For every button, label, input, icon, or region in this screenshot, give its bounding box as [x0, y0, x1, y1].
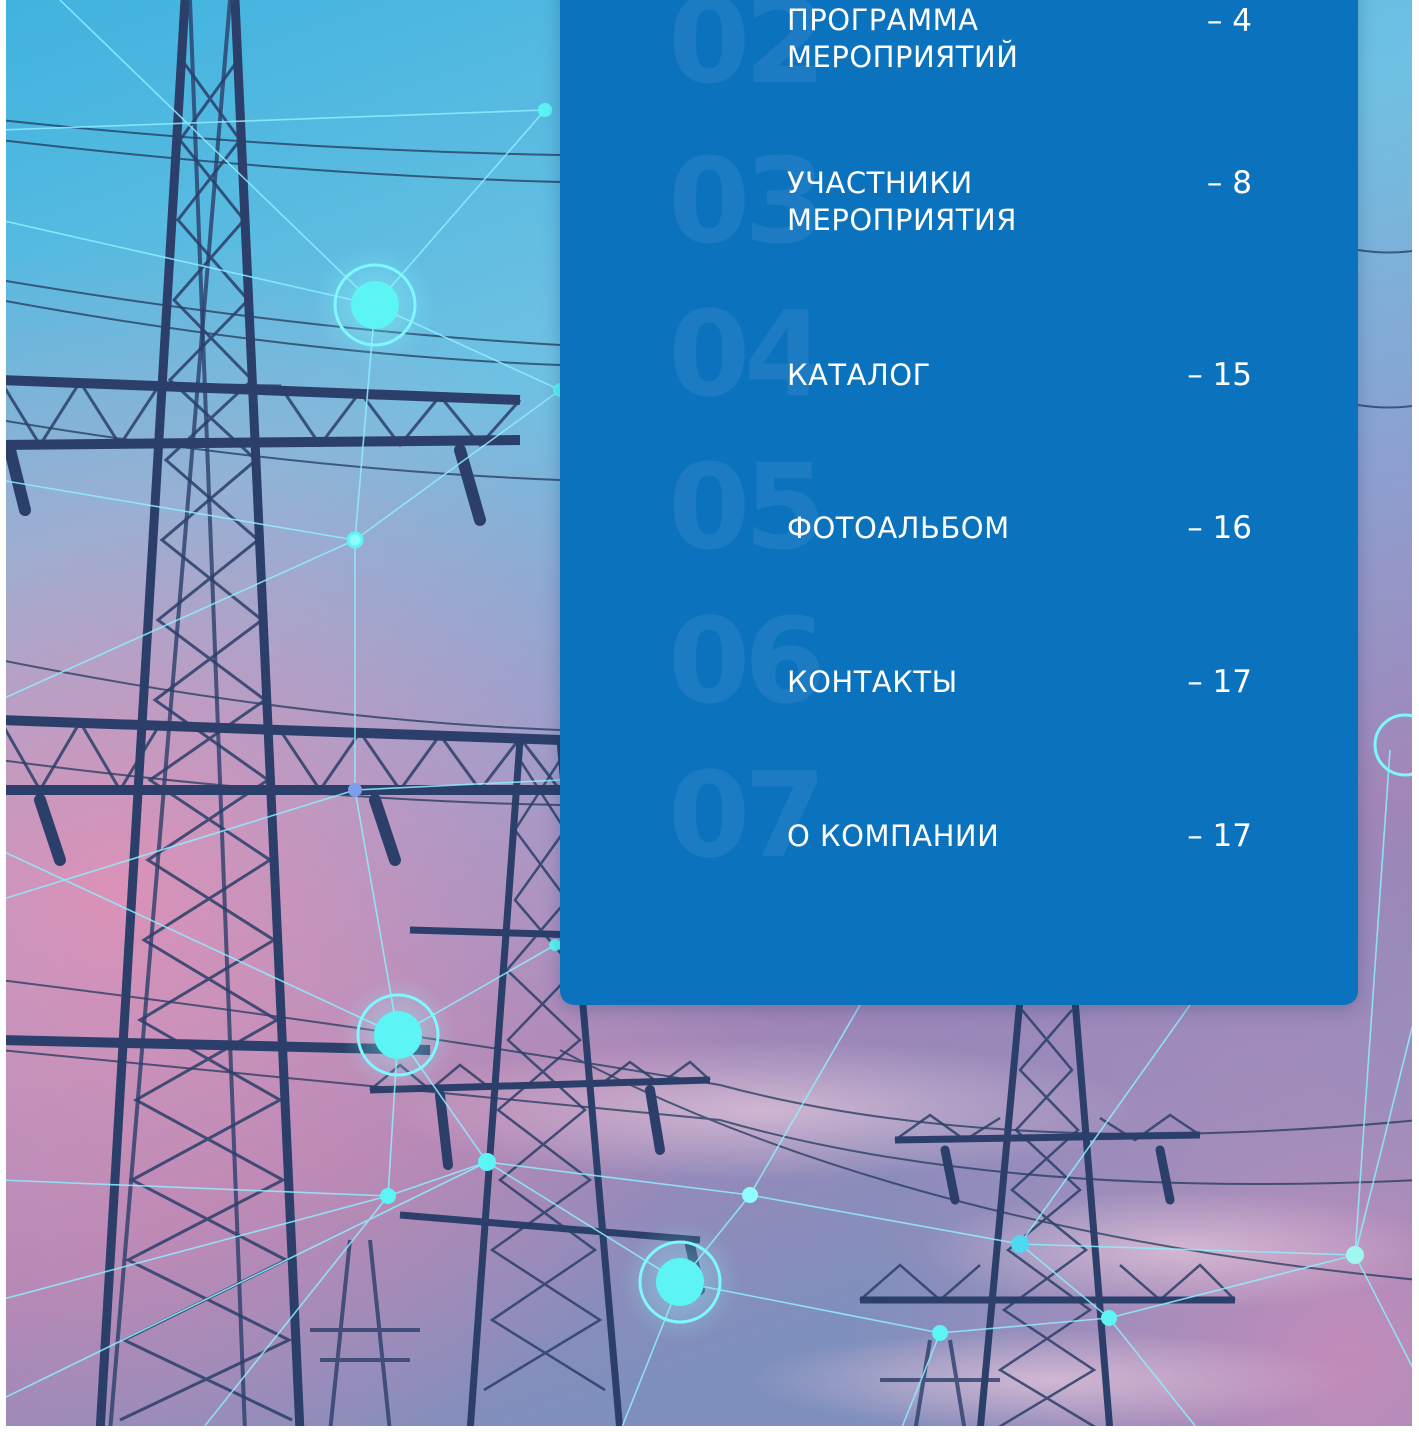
toc-item[interactable]: 04 КАТАЛОГ – 15 — [560, 295, 1358, 445]
toc-item-page: – 15 — [1187, 357, 1252, 393]
toc-item[interactable]: 03 УЧАСТНИКИ МЕРОПРИЯТИЯ – 8 — [560, 140, 1358, 290]
toc-item-label: ФОТОАЛЬБОМ — [787, 511, 1010, 545]
toc-item-page: – 17 — [1187, 664, 1252, 700]
table-of-contents-panel: 02 ПРОГРАММА МЕРОПРИЯТИЙ – 4 03 УЧАСТНИК… — [560, 0, 1358, 1005]
toc-item-number: 04 — [668, 285, 826, 423]
toc-item-page: – 8 — [1206, 165, 1252, 201]
toc-item-label: О КОМПАНИИ — [787, 819, 1000, 853]
toc-item-label: ПРОГРАММА МЕРОПРИЯТИЙ — [787, 3, 1019, 74]
toc-item-page: – 17 — [1187, 818, 1252, 854]
toc-item-number: 05 — [668, 438, 826, 576]
toc-item-label: УЧАСТНИКИ МЕРОПРИЯТИЯ — [787, 166, 1017, 237]
toc-item-number: 07 — [668, 746, 826, 884]
toc-item-label: КОНТАКТЫ — [787, 665, 958, 699]
toc-item[interactable]: 06 КОНТАКТЫ – 17 — [560, 602, 1358, 752]
toc-item[interactable]: 07 О КОМПАНИИ – 17 — [560, 756, 1358, 906]
toc-item[interactable]: 05 ФОТОАЛЬБОМ – 16 — [560, 448, 1358, 598]
toc-item-number: 06 — [668, 592, 826, 730]
toc-item-page: – 4 — [1206, 3, 1252, 39]
toc-item[interactable]: 02 ПРОГРАММА МЕРОПРИЯТИЙ – 4 — [560, 0, 1358, 130]
toc-item-label: КАТАЛОГ — [787, 358, 931, 392]
toc-item-page: – 16 — [1187, 510, 1252, 546]
